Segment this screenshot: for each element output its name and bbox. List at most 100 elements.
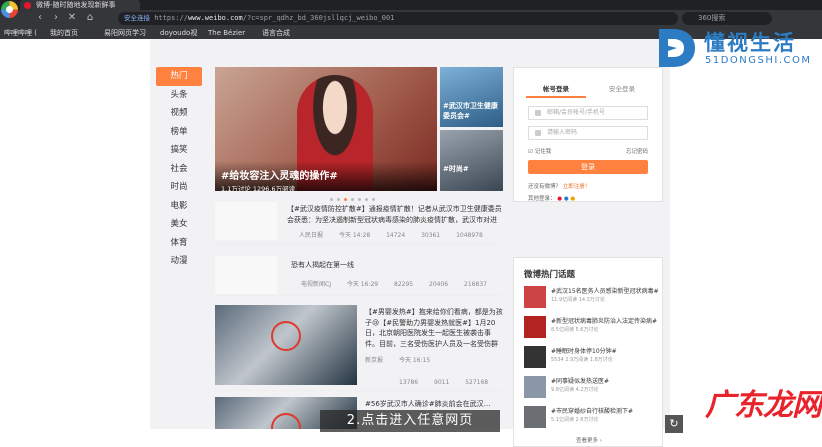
channel-nav: 热门 头条 视频 榜单 搞笑 社会 时尚 电影 美女 体育 动漫 — [156, 67, 202, 271]
channel-movies[interactable]: 电影 — [156, 197, 202, 216]
third-party-login-icon[interactable]: ● — [570, 196, 575, 202]
back-button[interactable]: ‹ — [34, 12, 46, 24]
comment-count[interactable]: 20406 — [429, 281, 448, 288]
search-input[interactable]: 360搜索 — [682, 12, 772, 25]
like-count[interactable]: 1048978 — [456, 232, 483, 239]
hot-topic-title[interactable]: #新型冠状病毒肺炎防治入法定传染病# — [551, 316, 657, 325]
like-count[interactable]: 216837 — [464, 281, 487, 288]
browser-logo-icon[interactable] — [1, 1, 18, 18]
carousel-dot[interactable] — [372, 198, 375, 201]
weibo-page: 热门 头条 视频 榜单 搞笑 社会 时尚 电影 美女 体育 动漫 #给妆容注入灵… — [0, 39, 822, 447]
hot-topic-thumbnail — [524, 346, 546, 368]
bookmark-item[interactable]: doyoudo视 — [160, 27, 197, 39]
password-field[interactable]: 请输入密码 — [528, 126, 648, 140]
tab-title: 微博-随时随地发现新鲜事 — [36, 1, 116, 9]
hot-topic-item[interactable]: #睡眠时身体停10分钟# 5534 2.9万阅读 1.8万讨论 — [524, 346, 656, 378]
feed-source[interactable]: 电视新闻CJ — [301, 281, 331, 288]
forgot-password-link[interactable]: 忘记密码 — [626, 147, 648, 155]
feed-item[interactable]: 【#武汉疫情防控扩散#】通报疫情扩散！记者从武汉市卫生健康委员会获悉：为坚决遏制… — [215, 202, 503, 244]
tab-secure-login[interactable]: 安全登录 — [592, 82, 652, 96]
channel-society[interactable]: 社会 — [156, 160, 202, 179]
feed-time: 今天 16:29 — [346, 281, 379, 288]
channel-funny[interactable]: 搞笑 — [156, 141, 202, 160]
third-party-login-icon[interactable]: ● — [564, 196, 569, 202]
register-link[interactable]: 立即注册！ — [563, 184, 591, 190]
channel-beauty[interactable]: 美女 — [156, 215, 202, 234]
remember-me-checkbox[interactable]: ☑ — [528, 149, 535, 155]
home-button[interactable]: ⌂ — [84, 12, 96, 24]
url-prefix: https:// — [154, 14, 188, 22]
url-host: www.weibo.com — [187, 14, 243, 22]
carousel-dot[interactable] — [330, 198, 333, 201]
bookmark-item[interactable]: The Bézier — [208, 27, 245, 39]
hot-topic-title[interactable]: #同事疑似发热送医# — [551, 376, 609, 385]
channel-video[interactable]: 视频 — [156, 104, 202, 123]
feed-item[interactable]: 【#男婴发热#】抱来给你们看病，都是为孩子😢【#民警助力男婴发热就医#】1月20… — [215, 305, 503, 391]
watermark-en-text: 51DONGSHI.COM — [705, 55, 812, 66]
side-card-1[interactable]: #武汉市卫生健康委员会# — [440, 67, 503, 127]
channel-fashion[interactable]: 时尚 — [156, 178, 202, 197]
hot-topic-title[interactable]: #市民穿婚纱自行核酸检测下# — [551, 406, 633, 415]
bookmark-item[interactable]: 语言合成 — [262, 27, 290, 39]
login-tabs: 帐号登录 安全登录 — [514, 82, 664, 98]
address-bar[interactable]: 安全连接 https://www.weibo.com/?c=spr_qdhz_b… — [118, 12, 678, 25]
no-account-text: 还没有微博？ — [528, 184, 562, 190]
refresh-icon[interactable]: ↻ — [665, 415, 683, 433]
hot-topic-item[interactable]: #同事疑似发热送医# 9.8亿阅读 4.2万讨论 — [524, 376, 656, 408]
feed-item[interactable]: 恐有人揭起在第一线 电视新闻CJ 今天 16:29 82295 20406 21… — [215, 252, 503, 296]
hot-topic-item[interactable]: #武汉15名医务人员感染新型冠状病毒# 11.9亿阅读 14.3万讨论 — [524, 286, 659, 318]
hot-topics-heading: 微博热门话题 — [524, 270, 576, 280]
carousel-dot[interactable] — [365, 198, 368, 201]
browser-tab[interactable]: 微博-随时随地发现新鲜事 — [20, 0, 140, 10]
hot-topic-title[interactable]: #武汉15名医务人员感染新型冠状病毒# — [551, 286, 659, 295]
view-more-link[interactable]: 查看更多 › — [514, 436, 664, 444]
repost-count[interactable]: 82295 — [394, 281, 413, 288]
hot-topic-title[interactable]: #睡眠时身体停10分钟# — [551, 346, 617, 355]
channel-headlines[interactable]: 头条 — [156, 86, 202, 105]
bookmark-item[interactable]: 我的首页 — [50, 27, 78, 39]
bookmark-item[interactable]: 易阳网页学习 — [104, 27, 146, 39]
like-count[interactable]: 527168 — [465, 379, 488, 386]
username-field[interactable]: 邮箱/会员帐号/手机号 — [528, 106, 648, 120]
feed-meta: 新京报 今天 16:15 — [365, 355, 444, 364]
carousel-dots — [330, 194, 390, 201]
hero-carousel-slide[interactable]: #给妆容注入灵魂的操作# 1.1万讨论 1296.6万阅读 — [215, 67, 437, 191]
feed-text[interactable]: 【#男婴发热#】抱来给你们看病，都是为孩子😢【#民警助力男婴发热就医#】1月20… — [365, 307, 503, 349]
feed-text[interactable]: 恐有人揭起在第一线 — [291, 260, 491, 271]
hot-topic-thumbnail — [524, 376, 546, 398]
channel-hot[interactable]: 热门 — [156, 67, 202, 86]
secure-label: 安全连接 — [124, 14, 150, 22]
other-login-label: 其他登录： — [528, 196, 556, 202]
watermark-dongshi: 懂视生活 51DONGSHI.COM — [655, 25, 820, 77]
hot-topic-item[interactable]: #新型冠状病毒肺炎防治入法定传染病# 8.5亿阅读 5.6万讨论 — [524, 316, 657, 348]
channel-anime[interactable]: 动漫 — [156, 252, 202, 271]
feed-text[interactable]: 【#武汉疫情防控扩散#】通报疫情扩散！记者从武汉市卫生健康委员会获悉：为坚决遏制… — [287, 204, 503, 226]
side-card-2[interactable]: #时尚# — [440, 130, 503, 191]
hot-topic-stats: 5534 2.9万阅读 1.8万讨论 — [551, 357, 613, 363]
feed-photo[interactable] — [215, 305, 357, 385]
comment-count[interactable]: 9011 — [434, 379, 449, 386]
tab-account-login[interactable]: 帐号登录 — [526, 82, 586, 98]
channel-rankings[interactable]: 榜单 — [156, 123, 202, 142]
forward-button[interactable]: › — [50, 12, 62, 24]
repost-count[interactable]: 14724 — [386, 232, 405, 239]
feed-source[interactable]: 新京报 — [365, 357, 383, 364]
carousel-dot-active[interactable] — [344, 198, 347, 201]
feed-thumbnail — [215, 202, 277, 240]
register-row: 还没有微博？ 立即注册！ — [528, 182, 590, 190]
hero-stats: 1.1万讨论 1296.6万阅读 — [221, 185, 296, 191]
login-button[interactable]: 登录 — [528, 160, 648, 174]
carousel-dot[interactable] — [337, 198, 340, 201]
comment-count[interactable]: 30361 — [421, 232, 440, 239]
feed-source[interactable]: 人民日报 — [299, 232, 323, 239]
hot-topic-stats: 5.1亿阅读 2.6万讨论 — [551, 417, 599, 423]
third-party-login-icon[interactable]: ● — [557, 196, 562, 202]
channel-sports[interactable]: 体育 — [156, 234, 202, 253]
carousel-dot[interactable] — [358, 198, 361, 201]
stop-button[interactable]: ✕ — [66, 12, 78, 24]
bookmark-item[interactable]: 哔哩哔哩 ( — [4, 27, 37, 39]
hero-caption: #给妆容注入灵魂的操作# 1.1万讨论 1296.6万阅读 — [215, 161, 437, 191]
carousel-dot[interactable] — [351, 198, 354, 201]
hot-topic-item[interactable]: #市民穿婚纱自行核酸检测下# 5.1亿阅读 2.6万讨论 — [524, 406, 656, 438]
repost-count[interactable]: 13786 — [399, 379, 418, 386]
